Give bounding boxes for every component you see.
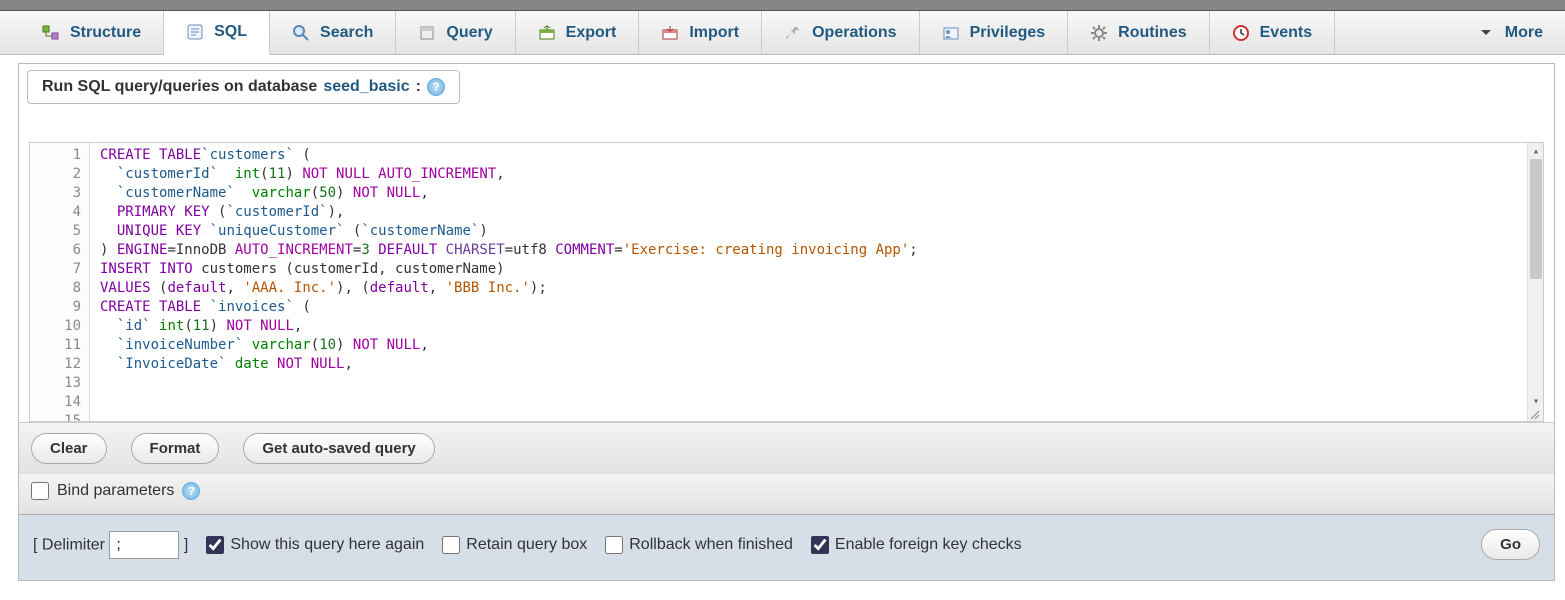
structure-icon: [42, 24, 60, 42]
bind-parameters-label: Bind parameters: [57, 482, 174, 500]
help-icon[interactable]: ?: [427, 78, 445, 96]
tab-sql[interactable]: SQL: [164, 11, 270, 55]
gear-icon: [1090, 24, 1108, 42]
fk-option[interactable]: Enable foreign key checks: [811, 536, 1022, 554]
sql-editor[interactable]: 123456789101112131415 CREATE TABLE`custo…: [29, 142, 1544, 422]
line-number: 3: [30, 184, 89, 203]
fk-checkbox[interactable]: [811, 536, 829, 554]
top-tabs: Structure SQL Search Query Export Import: [0, 11, 1565, 55]
rollback-label: Rollback when finished: [629, 536, 793, 554]
line-number: 2: [30, 165, 89, 184]
tab-label: Export: [566, 24, 617, 42]
show-again-label: Show this query here again: [230, 536, 424, 554]
retain-option[interactable]: Retain query box: [442, 536, 587, 554]
retain-label: Retain query box: [466, 536, 587, 554]
tab-label: Search: [320, 24, 373, 42]
tab-import[interactable]: Import: [639, 11, 762, 54]
line-number: 5: [30, 222, 89, 241]
import-icon: [661, 24, 679, 42]
chevron-down-icon: [1477, 24, 1495, 42]
delimiter-label-open: [ Delimiter: [33, 536, 105, 553]
tab-label: Import: [689, 24, 739, 42]
editor-toolbar: Clear Format Get auto-saved query: [19, 422, 1554, 474]
query-icon: [418, 24, 436, 42]
clock-icon: [1232, 24, 1250, 42]
line-number: 14: [30, 393, 89, 412]
scroll-down-icon[interactable]: ▾: [1528, 393, 1544, 409]
tab-structure[interactable]: Structure: [20, 11, 164, 54]
tab-label: SQL: [214, 23, 247, 41]
line-number: 4: [30, 203, 89, 222]
tab-privileges[interactable]: Privileges: [920, 11, 1069, 54]
tab-label: Events: [1260, 24, 1312, 42]
resize-grip-icon[interactable]: [1529, 409, 1543, 421]
privileges-icon: [942, 24, 960, 42]
line-number: 11: [30, 336, 89, 355]
bind-parameters-checkbox[interactable]: [31, 482, 49, 500]
line-number: 6: [30, 241, 89, 260]
breadcrumb-bar: [0, 0, 1565, 11]
help-icon[interactable]: ?: [182, 482, 200, 500]
sql-panel: Run SQL query/queries on database seed_b…: [18, 63, 1555, 581]
delimiter-label-close: ]: [184, 536, 188, 553]
panel-title-colon: :: [416, 78, 421, 96]
vertical-scrollbar[interactable]: ▴ ▾: [1527, 143, 1543, 421]
delimiter-group: [ Delimiter ]: [33, 531, 188, 559]
line-number: 1: [30, 146, 89, 165]
panel-title: Run SQL query/queries on database seed_b…: [27, 70, 460, 104]
tab-search[interactable]: Search: [270, 11, 396, 54]
export-icon: [538, 24, 556, 42]
bind-parameters-row: Bind parameters ?: [19, 474, 1554, 514]
tab-events[interactable]: Events: [1210, 11, 1335, 54]
fk-label: Enable foreign key checks: [835, 536, 1022, 554]
panel-title-prefix: Run SQL query/queries on database: [42, 78, 317, 96]
line-number: 15: [30, 412, 89, 422]
line-number: 9: [30, 298, 89, 317]
tab-operations[interactable]: Operations: [762, 11, 919, 54]
show-again-checkbox[interactable]: [206, 536, 224, 554]
code-area[interactable]: CREATE TABLE`customers` ( `customerId` i…: [90, 143, 1527, 421]
clear-button[interactable]: Clear: [31, 433, 107, 464]
tab-label: Operations: [812, 24, 896, 42]
rollback-checkbox[interactable]: [605, 536, 623, 554]
tab-query[interactable]: Query: [396, 11, 515, 54]
panel-title-dbname[interactable]: seed_basic: [323, 78, 409, 96]
tab-export[interactable]: Export: [516, 11, 640, 54]
search-icon: [292, 24, 310, 42]
tab-routines[interactable]: Routines: [1068, 11, 1209, 54]
delimiter-input[interactable]: [109, 531, 179, 559]
line-number-gutter: 123456789101112131415: [30, 143, 90, 421]
sql-icon: [186, 23, 204, 41]
wrench-icon: [784, 24, 802, 42]
tab-more[interactable]: More: [1455, 11, 1565, 54]
tab-label: Privileges: [970, 24, 1046, 42]
scroll-thumb[interactable]: [1530, 159, 1542, 279]
line-number: 12: [30, 355, 89, 374]
autosaved-button[interactable]: Get auto-saved query: [243, 433, 434, 464]
format-button[interactable]: Format: [131, 433, 220, 464]
go-button[interactable]: Go: [1481, 529, 1540, 560]
line-number: 13: [30, 374, 89, 393]
rollback-option[interactable]: Rollback when finished: [605, 536, 793, 554]
tab-label: Query: [446, 24, 492, 42]
line-number: 10: [30, 317, 89, 336]
footer-bar: [ Delimiter ] Show this query here again…: [19, 514, 1554, 580]
tab-label: Routines: [1118, 24, 1186, 42]
tab-label: More: [1505, 24, 1543, 42]
show-again-option[interactable]: Show this query here again: [206, 536, 424, 554]
retain-checkbox[interactable]: [442, 536, 460, 554]
line-number: 7: [30, 260, 89, 279]
scroll-up-icon[interactable]: ▴: [1528, 143, 1544, 159]
line-number: 8: [30, 279, 89, 298]
tab-label: Structure: [70, 24, 141, 42]
